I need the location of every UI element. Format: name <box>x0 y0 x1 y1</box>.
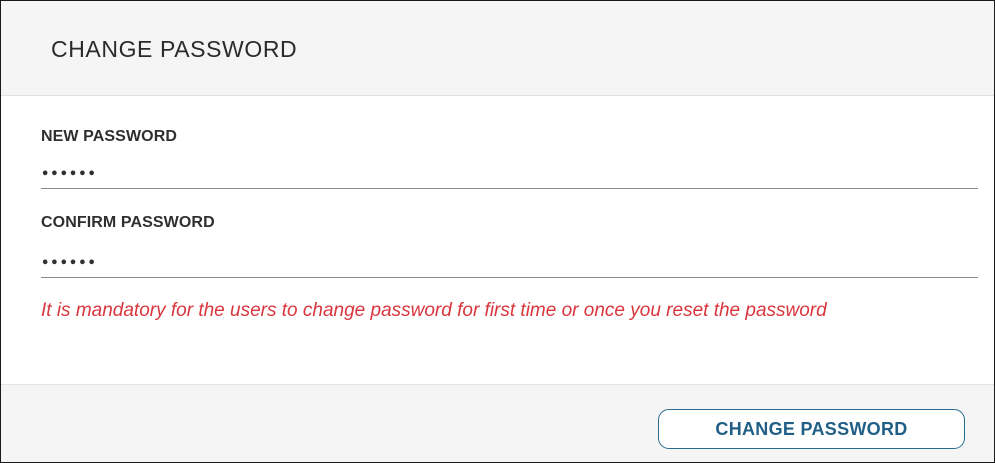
new-password-field[interactable] <box>41 161 978 189</box>
card-footer: CHANGE PASSWORD <box>1 384 994 462</box>
card-header: CHANGE PASSWORD <box>1 1 994 96</box>
confirm-password-field[interactable] <box>41 250 978 278</box>
change-password-card: CHANGE PASSWORD NEW PASSWORD CONFIRM PAS… <box>0 0 995 463</box>
new-password-label: NEW PASSWORD <box>41 128 178 145</box>
change-password-button[interactable]: CHANGE PASSWORD <box>658 409 965 449</box>
page-title: CHANGE PASSWORD <box>51 36 298 62</box>
confirm-password-label: CONFIRM PASSWORD <box>41 214 215 231</box>
mandatory-change-notice: It is mandatory for the users to change … <box>41 300 827 321</box>
